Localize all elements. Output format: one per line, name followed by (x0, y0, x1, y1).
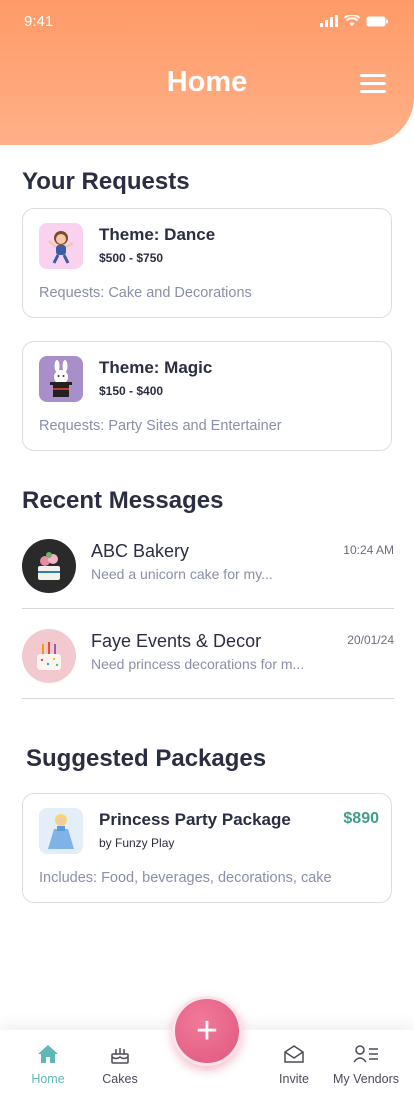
package-vendor: by Funzy Play (99, 836, 175, 850)
message-time: 10:24 AM (343, 543, 394, 557)
tab-cakes[interactable]: Cakes (98, 1042, 142, 1086)
plus-icon: + (195, 1009, 219, 1052)
message-row[interactable]: Faye Events & Decor Need princess decora… (22, 625, 394, 699)
tab-my-vendors-label: My Vendors (332, 1072, 399, 1086)
hamburger-icon (360, 74, 386, 77)
package-name: Princess Party Package (99, 810, 291, 829)
vendors-icon (330, 1042, 402, 1066)
message-row[interactable]: ABC Bakery Need a unicorn cake for my...… (22, 535, 394, 609)
package-includes: Includes: Food, beverages, decorations, … (39, 870, 332, 886)
dancing-girl-icon (39, 223, 83, 269)
envelope-icon (274, 1042, 314, 1066)
signal-icon (320, 15, 338, 27)
wifi-icon (344, 15, 360, 26)
tab-invite[interactable]: Invite (274, 1042, 314, 1086)
messages-section-title: Recent Messages (22, 487, 224, 514)
tab-my-vendors[interactable]: My Vendors (330, 1042, 402, 1086)
request-details: Requests: Party Sites and Entertainer (39, 418, 282, 434)
tab-cakes-label: Cakes (102, 1072, 138, 1086)
home-icon (28, 1042, 68, 1066)
bakery-avatar (22, 539, 76, 593)
message-sender: ABC Bakery (91, 541, 190, 561)
tab-home[interactable]: Home (28, 1042, 68, 1086)
status-bar: 9:41 (0, 0, 414, 44)
request-details: Requests: Cake and Decorations (39, 285, 252, 301)
add-button[interactable]: + (172, 996, 242, 1066)
status-icons (320, 15, 388, 27)
page-title: Home (166, 66, 248, 98)
requests-section-title: Your Requests (22, 168, 190, 195)
menu-button[interactable] (360, 74, 386, 94)
request-theme: Theme: Magic (99, 358, 213, 377)
magic-hat-rabbit-icon (39, 356, 83, 402)
request-theme: Theme: Dance (99, 225, 216, 244)
tab-home-label: Home (31, 1072, 65, 1086)
status-time: 9:41 (24, 13, 54, 30)
request-price: $500 - $750 (99, 251, 164, 265)
message-preview: Need princess decorations for m... (91, 656, 305, 672)
package-card[interactable]: Princess Party Package by Funzy Play $89… (22, 793, 392, 903)
battery-icon (366, 16, 388, 26)
tab-invite-label: Invite (279, 1072, 309, 1086)
message-preview: Need a unicorn cake for my... (91, 566, 273, 582)
packages-section-title: Suggested Packages (26, 745, 267, 772)
request-card[interactable]: Theme: Magic $150 - $400 Requests: Party… (22, 341, 392, 451)
request-card[interactable]: Theme: Dance $500 - $750 Requests: Cake … (22, 208, 392, 318)
princess-icon (39, 808, 83, 854)
package-price: $890 (343, 810, 379, 827)
request-price: $150 - $400 (99, 384, 164, 398)
message-time: 20/01/24 (347, 633, 394, 647)
message-sender: Faye Events & Decor (91, 631, 262, 651)
header: 9:41 Home (0, 0, 414, 145)
decor-avatar (22, 629, 76, 683)
cake-icon (98, 1042, 142, 1066)
